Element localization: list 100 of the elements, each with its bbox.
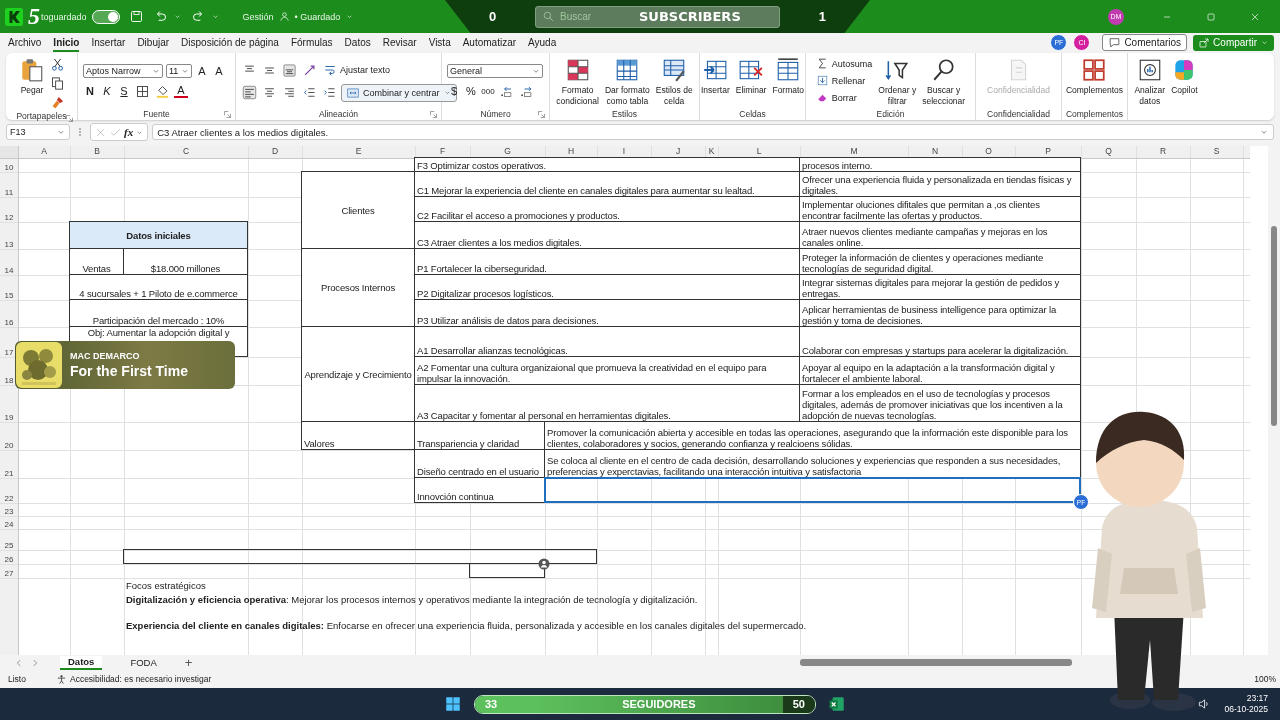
search-input[interactable]: Buscar — [558, 10, 616, 23]
column-header[interactable]: Q — [1081, 146, 1136, 158]
sheet-tab[interactable]: Datos — [60, 655, 103, 670]
ribbon-button[interactable]: Buscar y seleccionar — [920, 56, 968, 108]
bold-button[interactable]: N — [83, 85, 97, 97]
ribbon-button[interactable]: Formato — [770, 56, 807, 97]
comments-button[interactable]: Comentarios — [1102, 34, 1188, 51]
menu-tab[interactable]: Ayuda — [522, 35, 563, 50]
save-button[interactable] — [128, 9, 144, 24]
ribbon-button[interactable]: Formato condicional — [554, 56, 601, 108]
row-header[interactable]: 18 — [0, 357, 18, 385]
wrap-text-button[interactable]: Ajustar texto — [321, 62, 393, 78]
row-header[interactable]: 22 — [0, 478, 18, 503]
ribbon-icon-button[interactable] — [281, 61, 298, 79]
menu-tab[interactable]: Fórmulas — [284, 35, 339, 50]
column-header[interactable]: R — [1136, 146, 1190, 158]
zoom-level[interactable]: 100% — [1254, 674, 1276, 684]
ribbon-button[interactable]: Complementos — [1063, 56, 1126, 97]
autosum-button[interactable]: Autosuma — [813, 56, 875, 71]
ribbon-button[interactable]: Pegar — [17, 56, 47, 97]
ribbon-icon-button[interactable] — [241, 84, 258, 101]
menu-tab[interactable]: Revisar — [376, 35, 423, 50]
column-header[interactable]: E — [302, 146, 415, 158]
menu-tab[interactable]: Dibujar — [131, 35, 176, 50]
column-header[interactable]: F — [415, 146, 470, 158]
column-header[interactable]: P — [1015, 146, 1081, 158]
clear-button[interactable]: Borrar — [813, 90, 875, 105]
autosave-label: toguardado — [41, 11, 87, 22]
row-header[interactable]: 17 — [0, 327, 18, 357]
percent-button[interactable]: % — [464, 85, 478, 97]
logo-number: 5 — [28, 3, 40, 30]
grow-font-button[interactable]: A — [195, 64, 209, 77]
column-header[interactable]: M — [800, 146, 908, 158]
menu-tab[interactable]: Disposición de página — [175, 35, 285, 50]
accessibility-status[interactable]: Accesibilidad: es necesario investigar — [55, 673, 212, 685]
add-sheet-button[interactable]: + — [184, 655, 193, 670]
grid-squares-icon — [1081, 57, 1108, 83]
ribbon-button[interactable]: Analizar datos — [1132, 56, 1168, 108]
file-name: Gestión — [242, 11, 274, 22]
row-header[interactable]: 10 — [0, 158, 18, 172]
row-header[interactable]: 15 — [0, 275, 18, 300]
row-header[interactable]: 19 — [0, 385, 18, 422]
ribbon-button[interactable]: Dar formato como tabla — [602, 56, 652, 108]
name-box[interactable]: F13 — [6, 124, 70, 140]
column-header[interactable]: A — [18, 146, 70, 158]
ribbon-icon-button[interactable] — [49, 75, 66, 92]
column-header[interactable]: D — [248, 146, 302, 158]
menu-tab[interactable]: Datos — [338, 35, 377, 50]
column-header[interactable]: J — [651, 146, 705, 158]
column-header[interactable]: L — [718, 146, 800, 158]
menu-tab[interactable]: Insertar — [85, 35, 132, 50]
row-header[interactable]: 27 — [0, 564, 18, 578]
font-name-field[interactable]: Aptos Narrow — [83, 63, 163, 78]
menu-tab[interactable]: Archivo — [2, 35, 48, 50]
ribbon-button[interactable]: Ordenar y filtrar — [876, 56, 919, 108]
shrink-font-button[interactable]: A — [212, 64, 226, 77]
save-icon — [128, 9, 144, 24]
spreadsheet-app-icon — [828, 695, 846, 713]
row-header[interactable]: 26 — [0, 550, 18, 564]
column-header[interactable]: N — [908, 146, 962, 158]
row-header[interactable]: 16 — [0, 300, 18, 327]
row-header[interactable]: 11 — [0, 172, 18, 197]
column-header[interactable]: I — [597, 146, 651, 158]
ribbon-button[interactable]: Copilot — [1169, 56, 1200, 97]
row-header[interactable]: 14 — [0, 249, 18, 275]
ribbon-button[interactable]: Estilos de celda — [653, 56, 695, 108]
row-header[interactable]: 25 — [0, 529, 18, 550]
menu-tab[interactable]: Vista — [422, 35, 457, 50]
number-format-field[interactable]: General — [447, 63, 543, 78]
column-header[interactable]: C — [124, 146, 248, 158]
formula-field[interactable]: C3 Atraer clientes a los medios digitales. — [152, 124, 1274, 140]
sheet-tab[interactable]: FODA — [122, 655, 165, 670]
row-header[interactable]: 21 — [0, 450, 18, 478]
share-button[interactable]: Compartir — [1193, 34, 1274, 51]
ribbon-button[interactable]: Insertar — [698, 56, 732, 97]
clock-time: 23:17 — [1246, 693, 1268, 704]
menu-tab[interactable]: Automatizar — [456, 35, 523, 50]
font-size-field[interactable]: 11 — [166, 63, 192, 78]
column-header[interactable]: G — [470, 146, 545, 158]
column-header[interactable]: S — [1190, 146, 1243, 158]
italic-button[interactable]: K — [100, 85, 114, 97]
fill-button[interactable]: Rellenar — [813, 73, 875, 88]
underline-button[interactable]: S — [117, 85, 131, 97]
column-header[interactable]: K — [705, 146, 718, 158]
ribbon-icon-button[interactable] — [49, 56, 66, 73]
row-header[interactable]: 13 — [0, 222, 18, 249]
row-header[interactable]: 23 — [0, 503, 18, 516]
insert-function-button[interactable]: fx — [124, 126, 134, 138]
menu-tab[interactable]: Inicio — [47, 35, 86, 50]
ribbon-button[interactable]: Eliminar — [733, 56, 769, 97]
font-color-button[interactable]: A — [174, 84, 188, 98]
thousands-button[interactable]: 000 — [481, 86, 495, 96]
search-field[interactable]: Buscar SUBSCRIBERS — [535, 5, 780, 28]
row-header[interactable]: 24 — [0, 516, 18, 529]
column-header[interactable]: B — [70, 146, 124, 158]
row-header[interactable]: 12 — [0, 197, 18, 222]
column-header[interactable]: O — [962, 146, 1015, 158]
autosave-toggle[interactable] — [91, 9, 120, 24]
column-header[interactable]: H — [545, 146, 597, 158]
row-header[interactable]: 20 — [0, 422, 18, 450]
